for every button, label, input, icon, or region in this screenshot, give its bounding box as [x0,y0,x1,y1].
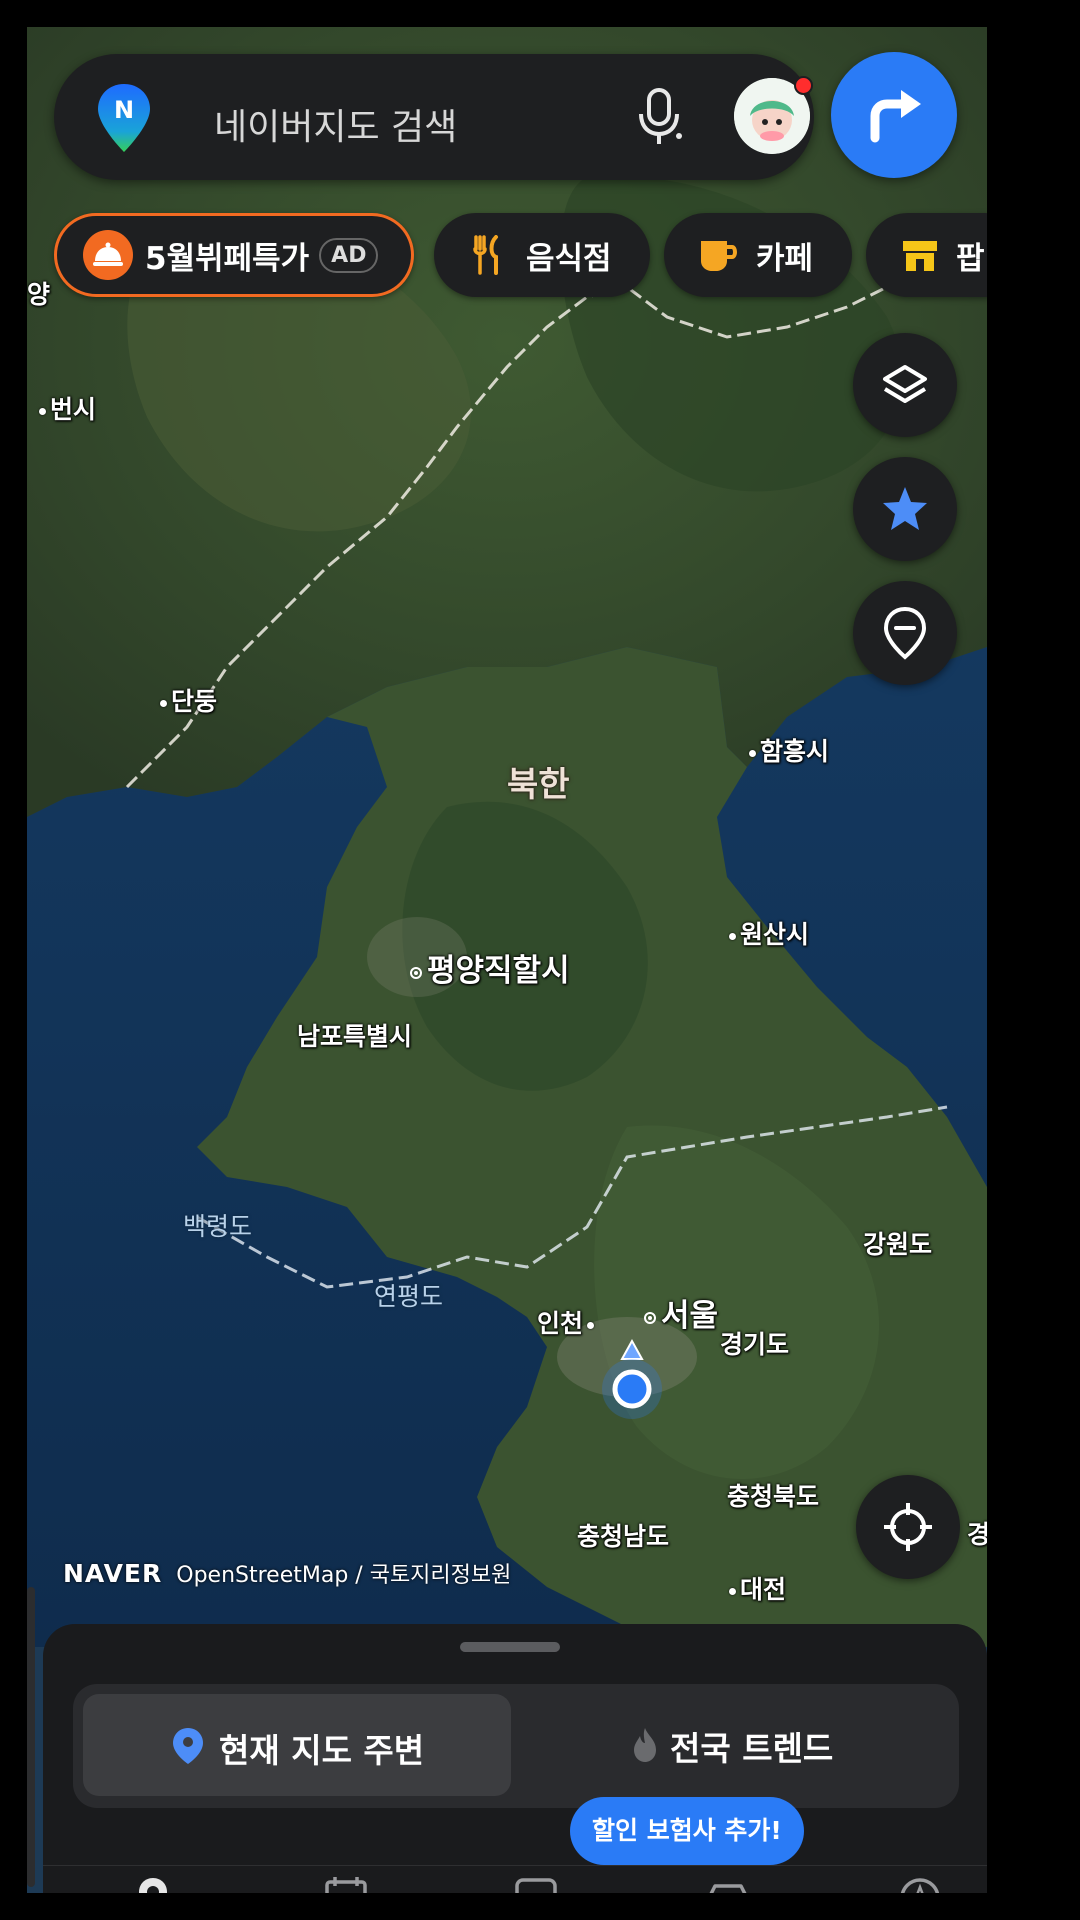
flame-icon [634,1728,656,1762]
place-label[interactable]: 원산시 [729,915,809,951]
place-label[interactable]: 대전 [729,1570,786,1606]
segmented-tabs: 현재 지도 주변 전국 트렌드 [73,1684,959,1808]
tab-trend[interactable]: 전국 트렌드 [670,1722,833,1770]
bottom-sheet[interactable]: 현재 지도 주변 전국 트렌드 [43,1624,987,1893]
current-location-marker[interactable] [592,1337,672,1427]
location-pin-icon [883,606,927,660]
search-bar[interactable]: N 네이버지도 검색 [54,54,814,180]
notification-dot [794,76,813,95]
coffee-cup-icon [701,241,737,271]
chip-restaurant[interactable]: 음식점 [434,213,650,297]
current-location-button[interactable] [856,1475,960,1579]
chip-popup[interactable]: 팝 [866,213,987,297]
promo-tooltip[interactable]: 할인 보험사 추가! [570,1797,804,1879]
region-label[interactable]: 충청북도 [727,1477,819,1513]
location-pin-icon [173,1728,203,1764]
region-label-bukhan: 북한 [507,765,570,805]
region-label[interactable]: 충청남도 [577,1517,669,1553]
tab-nearby-label: 현재 지도 주변 [219,1731,425,1770]
star-icon [883,487,927,530]
sheet-edge-indicator [27,1587,35,1887]
tab-nearby[interactable]: 현재 지도 주변 [83,1694,511,1796]
tab-map-icon[interactable] [128,1876,178,1893]
layers-button[interactable] [853,333,957,437]
svg-text:N: N [114,96,134,124]
place-label-capital[interactable]: 서울 [644,1290,718,1335]
place-label[interactable]: 인천 [537,1304,598,1340]
place-label-capital[interactable]: 평양직할시 [410,945,570,990]
tab-bus-icon[interactable] [511,1876,561,1893]
favorites-button[interactable] [853,457,957,561]
naver-logo: NAVER [63,1559,163,1588]
search-input[interactable]: 네이버지도 검색 [214,98,457,150]
island-label[interactable]: 연평도 [374,1277,443,1313]
cloche-icon [83,230,133,280]
chip-label: 카페 [756,240,814,277]
microphone-icon[interactable] [634,86,684,148]
app-screen: 양 번시 단둥 북한 함흥시 원산시 평양직할시 남포특별시 백령도 강원도 연… [27,27,987,1893]
turn-right-arrow-icon [870,90,921,143]
naver-map-logo-icon: N [98,84,150,152]
crosshair-icon [884,1503,932,1551]
place-label[interactable]: 양 [27,275,50,311]
layers-icon [883,365,927,403]
place-label[interactable]: 번시 [39,390,96,426]
chip-label: 음식점 [526,240,612,277]
chip-label: 5월뷔페특가 [145,240,310,277]
place-label[interactable]: 함흥시 [749,732,829,768]
region-label[interactable]: 강원도 [863,1225,932,1261]
sheet-drag-handle[interactable] [460,1642,560,1652]
tab-car-icon[interactable] [703,1876,753,1893]
ad-badge: AD [319,237,379,273]
island-label[interactable]: 백령도 [183,1207,252,1243]
store-icon [903,241,937,271]
chip-cafe[interactable]: 카페 [664,213,852,297]
place-label[interactable]: 남포특별시 [297,1017,412,1053]
place-marker-button[interactable] [853,581,957,685]
chip-buffet-ad[interactable]: 5월뷔페특가 AD [54,213,414,297]
region-label[interactable]: 경기도 [720,1325,789,1361]
place-label[interactable]: 단둥 [160,682,217,718]
fork-knife-icon [473,235,498,275]
tab-calendar-icon[interactable]: N [321,1876,371,1893]
map-sources[interactable]: OpenStreetMap / 국토지리정보원 [176,1563,511,1588]
tab-saved-icon[interactable] [895,1876,945,1893]
map-credits: NAVER OpenStreetMap / 국토지리정보원 [63,1557,511,1589]
chip-label: 팝 [956,240,985,277]
directions-button[interactable] [831,52,957,178]
region-label[interactable]: 경 [967,1515,987,1551]
bottom-tab-bar: N [43,1865,987,1893]
